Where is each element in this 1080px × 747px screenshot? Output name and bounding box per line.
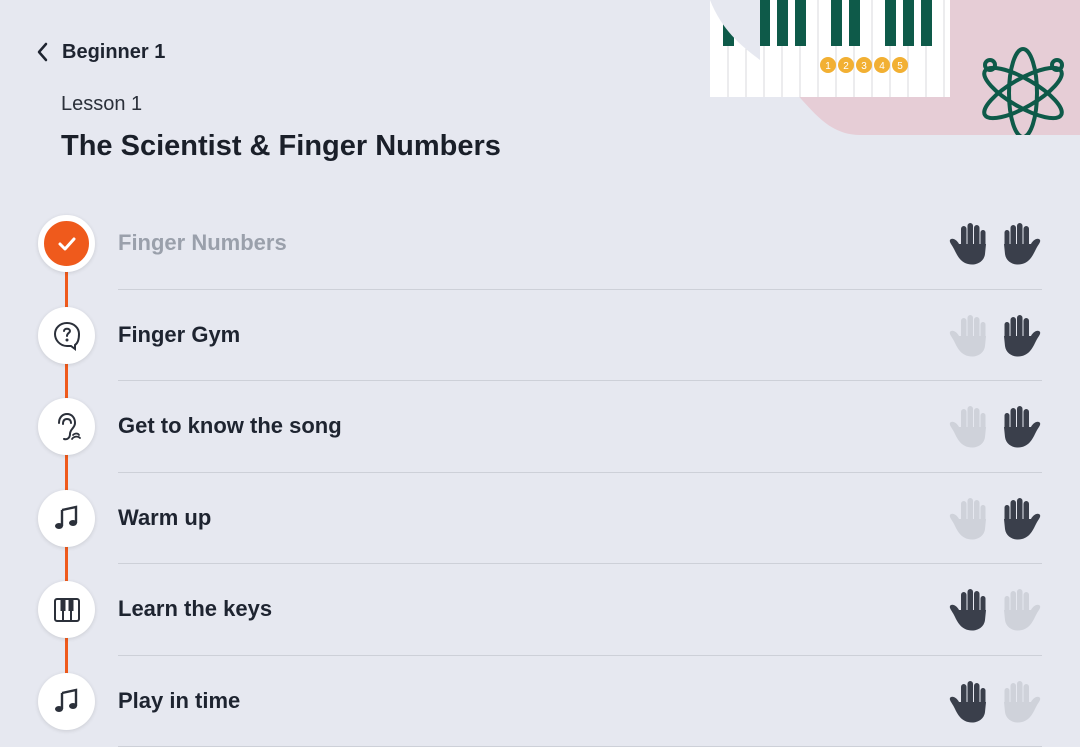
lesson-step[interactable]: Finger Numbers bbox=[0, 198, 1080, 290]
lesson-artwork: 1 2 3 4 5 bbox=[710, 0, 1080, 135]
left-hand-icon bbox=[948, 678, 992, 726]
step-status-node[interactable] bbox=[38, 307, 95, 364]
finger-number-label: 5 bbox=[897, 61, 903, 72]
check-icon bbox=[51, 228, 83, 260]
right-hand-icon bbox=[998, 586, 1042, 634]
step-label: Get to know the song bbox=[118, 413, 342, 439]
step-label: Warm up bbox=[118, 505, 211, 531]
back-button[interactable]: Beginner 1 bbox=[34, 38, 165, 66]
black-key bbox=[849, 0, 860, 46]
step-label: Play in time bbox=[118, 688, 240, 714]
hands-indicator bbox=[948, 678, 1042, 726]
hands-indicator bbox=[948, 403, 1042, 451]
black-key bbox=[777, 0, 788, 46]
right-hand-icon bbox=[998, 495, 1042, 543]
left-hand-icon bbox=[948, 403, 992, 451]
right-hand-icon bbox=[998, 678, 1042, 726]
back-label: Beginner 1 bbox=[62, 41, 165, 64]
chevron-left-icon bbox=[34, 38, 52, 66]
hands-indicator bbox=[948, 312, 1042, 360]
lesson-number: Lesson 1 bbox=[61, 93, 142, 116]
step-label: Learn the keys bbox=[118, 596, 272, 622]
hands-indicator bbox=[948, 220, 1042, 268]
left-hand-icon bbox=[948, 220, 992, 268]
page-title: The Scientist & Finger Numbers bbox=[61, 130, 501, 163]
music-note-icon bbox=[51, 502, 83, 534]
right-hand-icon bbox=[998, 312, 1042, 360]
question-bubble-icon bbox=[51, 319, 83, 351]
left-hand-icon bbox=[948, 495, 992, 543]
black-key bbox=[921, 0, 932, 46]
right-hand-icon bbox=[998, 403, 1042, 451]
step-status-node[interactable] bbox=[38, 490, 95, 547]
music-note-icon bbox=[51, 685, 83, 717]
finger-number-label: 4 bbox=[879, 61, 885, 72]
finger-number-label: 1 bbox=[825, 61, 831, 72]
step-label: Finger Gym bbox=[118, 322, 240, 348]
black-key bbox=[885, 0, 896, 46]
step-status-node[interactable] bbox=[38, 581, 95, 638]
left-hand-icon bbox=[948, 586, 992, 634]
right-hand-icon bbox=[998, 220, 1042, 268]
finger-number-label: 2 bbox=[843, 61, 849, 72]
finger-number-label: 3 bbox=[861, 61, 867, 72]
lesson-step[interactable]: Get to know the song bbox=[0, 381, 1080, 473]
black-key bbox=[759, 0, 770, 46]
hands-indicator bbox=[948, 495, 1042, 543]
black-key bbox=[795, 0, 806, 46]
left-hand-icon bbox=[948, 312, 992, 360]
step-label: Finger Numbers bbox=[118, 230, 287, 256]
step-status-node[interactable] bbox=[38, 215, 95, 272]
lesson-step[interactable]: Learn the keys bbox=[0, 564, 1080, 656]
piano-keys-icon bbox=[51, 594, 83, 626]
black-key bbox=[903, 0, 914, 46]
lesson-steps-list: Finger Numbers Finger Gym Get to know the … bbox=[0, 198, 1080, 747]
lesson-step[interactable]: Finger Gym bbox=[0, 290, 1080, 382]
step-status-node[interactable] bbox=[38, 673, 95, 730]
ear-icon bbox=[51, 411, 83, 443]
black-key bbox=[831, 0, 842, 46]
lesson-step[interactable]: Warm up bbox=[0, 473, 1080, 565]
step-status-node[interactable] bbox=[38, 398, 95, 455]
hands-indicator bbox=[948, 586, 1042, 634]
lesson-step[interactable]: Play in time bbox=[0, 656, 1080, 747]
